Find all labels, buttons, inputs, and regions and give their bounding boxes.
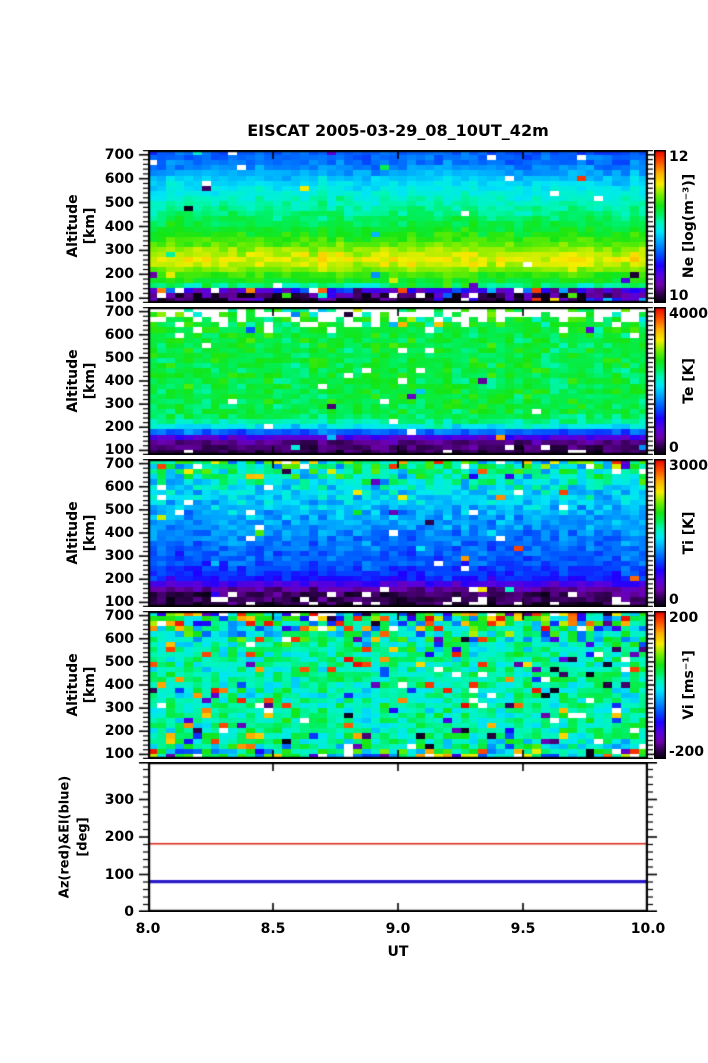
vi-alt-tick-label-400: 400 xyxy=(104,677,134,693)
ne-alt-tick-label-300: 300 xyxy=(104,242,134,259)
te-alt-tick-label-200: 200 xyxy=(104,419,134,436)
te-alt-tick-label-400: 400 xyxy=(104,373,134,389)
ti-yaxis-title-line1: Altitude xyxy=(65,501,81,565)
eiscat-summary-figure: EISCAT 2005-03-29_08_10UT_42m Altitude [… xyxy=(0,0,708,1063)
azel-lineplot-canvas xyxy=(136,762,660,912)
ti-colorbar xyxy=(654,459,666,607)
te-alt-tick-label-500: 500 xyxy=(104,349,134,366)
ne-heatmap-canvas xyxy=(136,150,660,303)
vi-alt-tick-label-500: 500 xyxy=(104,653,134,670)
te-alt-tick-label-300: 300 xyxy=(104,396,134,413)
ti-alt-tick-label-300: 300 xyxy=(104,548,134,565)
vi-alt-tick-label-200: 200 xyxy=(104,723,134,740)
te-alt-tick-label-700: 700 xyxy=(104,303,134,320)
ti-alt-tick-label-400: 400 xyxy=(104,525,134,541)
te-colorbar xyxy=(654,307,666,455)
ne-yaxis-title-line1: Altitude xyxy=(65,194,81,258)
ti-colorbar-max-label: 3000 xyxy=(669,458,708,474)
vi-yaxis-title-line1: Altitude xyxy=(65,653,81,717)
te-heatmap-canvas xyxy=(136,307,660,455)
x-tick-label-8.0: 8.0 xyxy=(135,921,161,937)
azel-tick-label-100: 100 xyxy=(104,866,134,883)
ne-colorbar-min-label: 10 xyxy=(669,288,689,304)
x-tick-label-10.0: 10.0 xyxy=(630,921,666,937)
figure-title: EISCAT 2005-03-29_08_10UT_42m xyxy=(247,121,549,140)
vi-alt-tick-label-300: 300 xyxy=(104,700,134,717)
te-alt-tick-label-600: 600 xyxy=(104,326,134,343)
ti-alt-tick-label-500: 500 xyxy=(104,501,134,518)
ne-alt-tick-label-400: 400 xyxy=(104,218,134,235)
te-colorbar-title: Te [K] xyxy=(681,358,697,404)
azel-yaxis-title-line1: Az(red)&El(blue) xyxy=(57,775,73,899)
x-tick-label-8.5: 8.5 xyxy=(260,921,286,937)
ne-alt-tick-label-200: 200 xyxy=(104,266,134,283)
xaxis-title: UT xyxy=(387,944,409,960)
ne-colorbar-max-label: 12 xyxy=(669,149,689,165)
vi-alt-tick-label-100: 100 xyxy=(104,746,134,763)
azel-yaxis-title-line2: [deg] xyxy=(75,817,91,857)
te-colorbar-max-label: 4000 xyxy=(669,306,708,322)
ti-alt-tick-label-600: 600 xyxy=(104,478,134,495)
te-colorbar-min-label: 0 xyxy=(669,440,679,456)
azel-tick-label-200: 200 xyxy=(104,829,134,845)
vi-heatmap-canvas xyxy=(136,611,660,759)
ne-alt-tick-label-500: 500 xyxy=(104,194,134,211)
te-yaxis-title-line1: Altitude xyxy=(65,349,81,413)
ne-colorbar xyxy=(654,150,666,303)
x-tick-label-9.0: 9.0 xyxy=(385,921,411,937)
ti-heatmap-canvas xyxy=(136,459,660,607)
ti-colorbar-title: Ti [K] xyxy=(681,511,697,555)
ti-alt-tick-label-200: 200 xyxy=(104,571,134,588)
vi-colorbar xyxy=(654,611,666,759)
ti-alt-tick-label-700: 700 xyxy=(104,455,134,472)
x-tick-label-9.5: 9.5 xyxy=(510,921,536,937)
vi-colorbar-title: Vi [ms⁻¹] xyxy=(681,650,697,720)
ti-colorbar-min-label: 0 xyxy=(669,592,679,608)
azel-tick-label-300: 300 xyxy=(104,791,134,808)
vi-alt-tick-label-700: 700 xyxy=(104,607,134,624)
vi-colorbar-max-label: 200 xyxy=(669,610,699,626)
ne-alt-tick-label-600: 600 xyxy=(104,170,134,187)
ne-alt-tick-label-700: 700 xyxy=(104,146,134,163)
azel-tick-label-0: 0 xyxy=(124,904,134,920)
vi-alt-tick-label-600: 600 xyxy=(104,630,134,647)
ne-colorbar-title: Ne [log(m⁻³)] xyxy=(681,173,697,279)
vi-colorbar-min-label: -200 xyxy=(669,744,705,760)
